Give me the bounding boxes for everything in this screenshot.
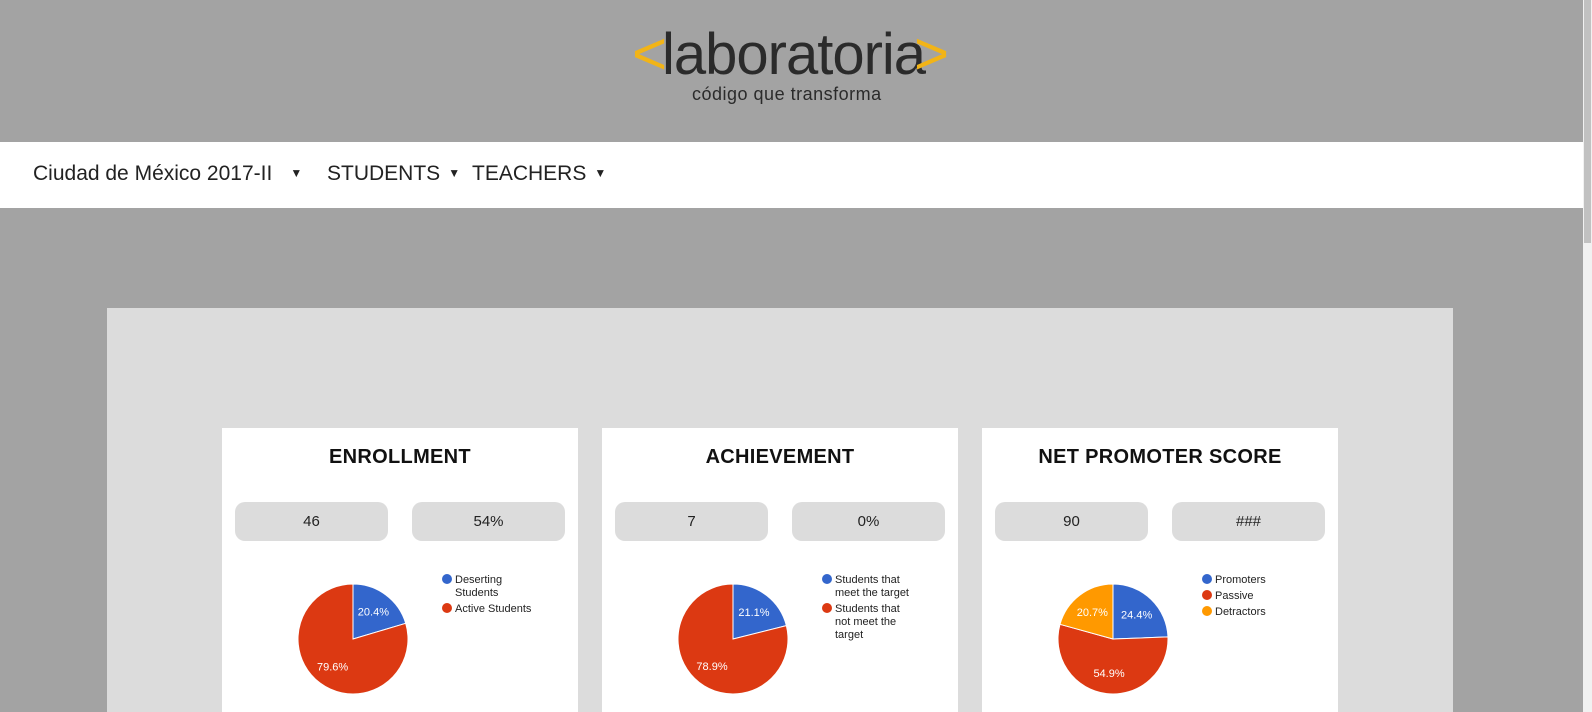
achievement-pie-chart: 21.1%78.9%Students thatmeet the targetSt… <box>677 574 909 695</box>
card-title: NET PROMOTER SCORE <box>1038 446 1282 468</box>
legend-label: Detractors <box>1215 606 1266 618</box>
scrollbar-thumb[interactable] <box>1584 0 1591 243</box>
card-value-secondary: 0% <box>792 502 945 541</box>
pie-slice-label: 24.4% <box>1121 609 1152 621</box>
legend-label: not meet the <box>835 616 896 628</box>
legend-label: Passive <box>1215 590 1254 602</box>
nps-card: NET PROMOTER SCORE 90 ### 24.4% 54.9% 20.7… <box>982 428 1338 712</box>
card-title: ENROLLMENT <box>329 446 471 468</box>
cohort-select-label: Ciudad de México 2017-II <box>33 162 273 185</box>
card-title: ACHIEVEMENT <box>705 446 855 468</box>
enrollment-pie-chart: 20.4% 79.6% DesertingStudents Active Studen… <box>297 574 532 695</box>
logo-right-bracket: > <box>914 20 950 87</box>
pie-slice-label: 54.9% <box>1093 668 1124 680</box>
laboratoria-logo[interactable]: < laboratoria > código que transforma <box>628 22 950 108</box>
legend-marker <box>442 574 452 584</box>
page-scrollbar[interactable] <box>1583 0 1592 712</box>
card-value-secondary: ### <box>1172 502 1325 541</box>
pie-slice-label: 21.1% <box>738 607 769 619</box>
nps-pie-chart: 24.4% 54.9% 20.7% Promoters Passive Detractor… <box>1057 574 1266 695</box>
enrollment-card: ENROLLMENT 46 54% 20.4% 79.6% Deserting Stu… <box>222 428 578 712</box>
legend-label: Students that <box>835 574 900 586</box>
cohort-select[interactable]: Ciudad de México 2017-II ▼ <box>33 162 302 186</box>
caret-down-icon: ▼ <box>290 166 303 180</box>
legend-label: Students <box>455 587 499 599</box>
legend-marker <box>442 603 452 613</box>
card-value-primary: 46 <box>235 502 388 541</box>
students-menu-label: STUDENTS <box>327 162 441 185</box>
legend-marker <box>1202 574 1212 584</box>
legend-marker <box>822 574 832 584</box>
legend-label: Deserting <box>455 574 502 586</box>
logo-tagline: código que transforma <box>692 84 882 104</box>
card-value-secondary: 54% <box>412 502 565 541</box>
dashboard-panel: ENROLLMENT 46 54% 20.4% 79.6% Deserting Stu… <box>107 308 1453 712</box>
pie-slice-label: 79.6% <box>317 661 348 673</box>
legend-marker <box>822 603 832 613</box>
students-menu[interactable]: STUDENTS ▼ <box>327 162 460 186</box>
pie-slice-label: 20.4% <box>358 607 389 619</box>
legend-label: Active Students <box>455 603 532 615</box>
legend-label: target <box>835 629 863 641</box>
legend-label: Students that <box>835 603 900 615</box>
pie-slice-label: 78.9% <box>696 661 727 673</box>
caret-down-icon: ▼ <box>594 166 607 180</box>
teachers-menu-label: TEACHERS <box>472 162 587 185</box>
card-value-primary: 7 <box>615 502 768 541</box>
caret-down-icon: ▼ <box>448 166 461 180</box>
nav-bar: Ciudad de México 2017-II ▼ STUDENTS ▼ TEAC… <box>0 142 1583 208</box>
pie-slice-label: 20.7% <box>1077 607 1108 619</box>
card-value-primary: 90 <box>995 502 1148 541</box>
legend-label: Promoters <box>1215 574 1266 586</box>
teachers-menu[interactable]: TEACHERS ▼ <box>472 162 606 186</box>
achievement-card: ACHIEVEMENT 7 0% 21.1% 78.9% Students that… <box>602 428 958 712</box>
legend-label: meet the target <box>835 587 909 599</box>
legend-marker <box>1202 590 1212 600</box>
logo-wordmark: laboratoria <box>662 22 926 87</box>
legend-marker <box>1202 606 1212 616</box>
page-header: < laboratoria > código que transforma <box>0 0 1583 142</box>
